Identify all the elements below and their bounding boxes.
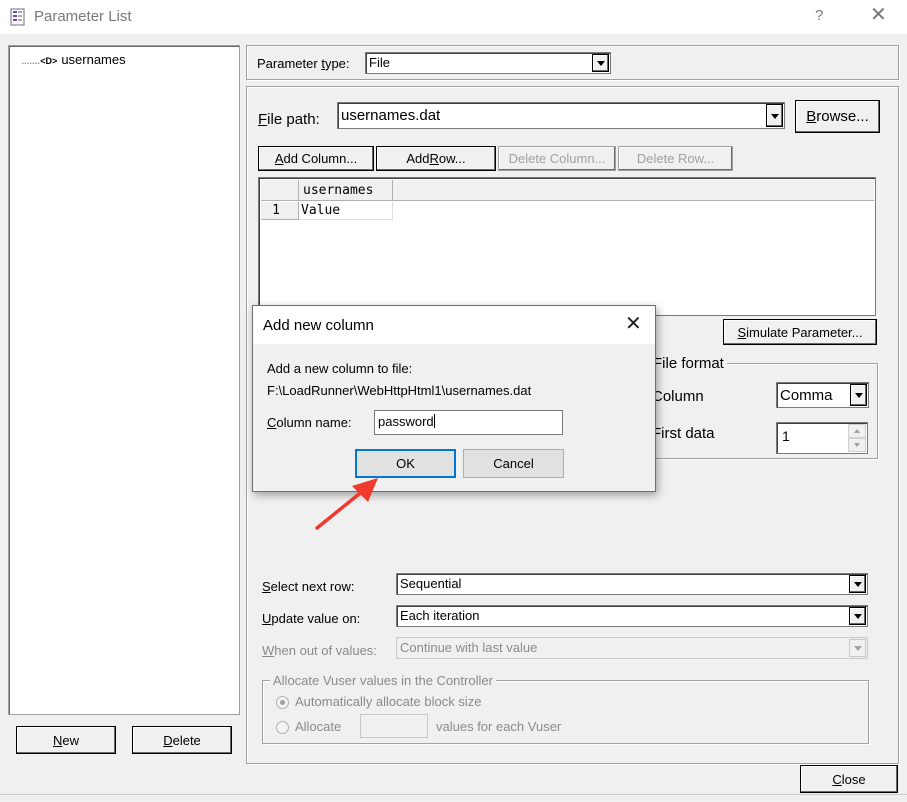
chevron-down-icon[interactable] — [592, 54, 609, 72]
dialog-close-icon[interactable]: ✕ — [625, 314, 642, 334]
spin-down-icon[interactable] — [848, 438, 866, 452]
when-out-of-values-value: Continue with last value — [400, 640, 538, 655]
column-name-input[interactable]: password — [374, 410, 563, 435]
column-name-label: Column name: — [267, 415, 352, 430]
parameter-type-label: Parameter type: — [257, 56, 350, 71]
column-delimiter-select[interactable]: Comma — [776, 382, 869, 408]
first-data-label: First data — [652, 425, 715, 442]
update-value-on-value: Each iteration — [400, 608, 480, 623]
when-out-of-values-select: Continue with last value — [396, 637, 868, 659]
chevron-down-icon[interactable] — [849, 607, 866, 625]
window-close-icon[interactable]: ✕ — [870, 5, 887, 25]
grid-column-header[interactable]: usernames — [299, 180, 393, 201]
spin-up-icon[interactable] — [848, 424, 866, 438]
dialog-title-bar: Add new column ✕ — [253, 306, 655, 344]
cancel-button[interactable]: Cancel — [463, 449, 564, 478]
update-value-on-label: Update value on: — [262, 611, 361, 626]
column-delimiter-value: Comma — [780, 387, 833, 404]
allocate-radio — [276, 721, 289, 734]
title-bar: Parameter List ? ✕ — [0, 0, 907, 34]
auto-allocate-radio — [276, 696, 289, 709]
bottom-edge — [0, 794, 907, 802]
dialog-file-path: F:\LoadRunner\WebHttpHtml1\usernames.dat — [267, 383, 532, 398]
file-path-value: usernames.dat — [341, 107, 441, 124]
dialog-title: Add new column — [263, 317, 374, 334]
allocate-label: Allocate — [295, 719, 342, 734]
allocate-suffix-label: values for each Vuser — [436, 719, 562, 734]
simulate-parameter-button[interactable]: Simulate Parameter... — [723, 319, 877, 345]
chevron-down-icon[interactable] — [849, 575, 866, 593]
auto-allocate-label: Automatically allocate block size — [295, 694, 482, 709]
grid-row-number[interactable]: 1 — [261, 202, 299, 220]
select-next-row-value: Sequential — [400, 576, 462, 591]
select-next-row-select[interactable]: Sequential — [396, 573, 868, 595]
file-path-select[interactable]: usernames.dat — [337, 102, 785, 129]
tree-item-label: usernames — [61, 52, 126, 67]
window-title: Parameter List — [34, 8, 132, 25]
browse-button[interactable]: Browse... — [795, 100, 880, 133]
first-data-value: 1 — [782, 428, 790, 444]
delete-button[interactable]: Delete — [132, 726, 232, 754]
chevron-down-icon[interactable] — [766, 104, 783, 127]
add-column-button[interactable]: Add Column... — [258, 146, 374, 171]
column-name-value: password — [378, 414, 434, 429]
data-grid[interactable]: usernames 1 Value — [258, 177, 876, 316]
help-icon[interactable]: ? — [815, 7, 823, 24]
update-value-on-select[interactable]: Each iteration — [396, 605, 868, 627]
file-path-label: File path: — [258, 111, 320, 128]
add-new-column-dialog: Add new column ✕ Add a new column to fil… — [252, 305, 656, 492]
column-delimiter-label: Column — [652, 388, 704, 405]
dialog-message: Add a new column to file: — [267, 361, 413, 376]
allocate-vuser-title: Allocate Vuser values in the Controller — [270, 673, 496, 688]
add-row-button[interactable]: Add Row... — [376, 146, 496, 171]
first-data-spinner[interactable]: 1 — [776, 422, 868, 454]
parameter-type-value: File — [369, 55, 390, 70]
allocate-vuser-group — [262, 680, 869, 744]
new-button[interactable]: New — [16, 726, 116, 754]
allocate-count-input — [360, 714, 428, 738]
file-format-title: File format — [650, 355, 727, 372]
parameter-icon: <D> — [40, 56, 58, 66]
parameter-list-app-icon — [10, 8, 26, 26]
tree-connector: ....... — [21, 52, 40, 67]
delete-column-button: Delete Column... — [498, 146, 616, 171]
grid-header: usernames — [261, 180, 874, 201]
chevron-down-icon — [849, 639, 866, 657]
close-button[interactable]: Close — [800, 765, 898, 793]
when-out-of-values-label: When out of values: — [262, 643, 377, 658]
grid-cell[interactable]: Value — [299, 202, 393, 220]
select-next-row-label: Select next row: — [262, 579, 355, 594]
text-caret — [433, 414, 435, 428]
parameter-tree[interactable]: .......<D> usernames — [8, 45, 240, 715]
grid-corner — [261, 180, 299, 201]
annotation-arrow-icon — [315, 478, 378, 530]
parameter-type-select[interactable]: File — [365, 52, 611, 74]
chevron-down-icon[interactable] — [850, 384, 867, 406]
tree-item-usernames[interactable]: .......<D> usernames — [21, 52, 126, 67]
delete-row-button: Delete Row... — [618, 146, 733, 171]
